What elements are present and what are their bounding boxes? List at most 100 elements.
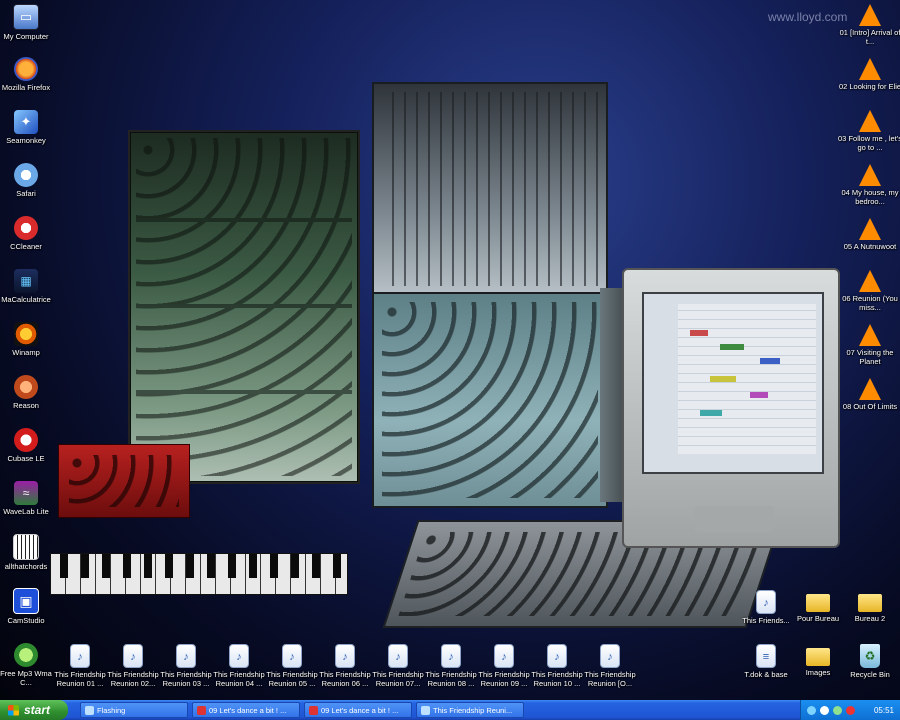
desktop-folder-bureau-2[interactable]: Bureau 2 bbox=[838, 590, 900, 623]
desktop-icon-label: 03 Follow me , let's go to ... bbox=[838, 134, 900, 152]
desktop-icon-label: Recycle Bin bbox=[850, 670, 890, 679]
taskbar-button-label: 09 Let's dance a bit ! ... bbox=[209, 705, 287, 715]
taskbar-button-dance-1[interactable]: 09 Let's dance a bit ! ... bbox=[192, 702, 300, 718]
window-icon bbox=[421, 705, 430, 715]
seamonkey-icon: ✦ bbox=[14, 110, 38, 134]
camstudio-icon: ▣ bbox=[13, 588, 39, 614]
folder-icon bbox=[806, 648, 830, 666]
desktop-icon-label: MaCalculatrice bbox=[1, 295, 51, 304]
media-file-icon: ♪ bbox=[335, 644, 355, 668]
desktop-icon-label: 08 Out Of Limits bbox=[842, 402, 898, 411]
desktop-icon-label: This Friendship Reunion [O... bbox=[584, 670, 636, 688]
vlc-icon bbox=[859, 110, 881, 132]
taskbar: start Flashing 09 Let's dance a bit ! ..… bbox=[0, 700, 900, 720]
winamp-icon bbox=[14, 322, 38, 346]
taskbar-button-label: 09 Let's dance a bit ! ... bbox=[321, 705, 399, 715]
security-icon[interactable] bbox=[833, 705, 842, 715]
start-button[interactable]: start bbox=[0, 700, 68, 720]
media-file-icon: ♪ bbox=[123, 644, 143, 668]
desktop-icon-label: Bureau 2 bbox=[854, 614, 886, 623]
wallpaper-monitor-screen bbox=[642, 292, 824, 474]
media-file-icon: ♪ bbox=[282, 644, 302, 668]
desktop-file-reunion-o[interactable]: ♪ This Friendship Reunion [O... bbox=[578, 644, 642, 688]
vlc-icon bbox=[859, 270, 881, 292]
ccleaner-icon: C bbox=[14, 216, 38, 240]
taskbar-clock[interactable]: 05:51 bbox=[874, 706, 900, 715]
desktop-icon-label: 01 [Intro] Arrival of t... bbox=[839, 28, 900, 46]
desktop-icon-label: 05 A Nutnuwoot bbox=[843, 242, 897, 251]
desktop-icon-label: Cubase LE bbox=[7, 454, 45, 463]
desktop-icon-safari[interactable]: Safari bbox=[0, 163, 58, 198]
desktop-icon-reason[interactable]: Reason bbox=[0, 375, 58, 410]
wallpaper-red-unit bbox=[58, 444, 190, 518]
desktop-icon-wavelab[interactable]: ≈ WaveLab Lite bbox=[0, 481, 58, 516]
media-file-icon: ♪ bbox=[70, 644, 90, 668]
wavelab-icon: ≈ bbox=[14, 481, 38, 505]
desktop-icon-label: 04 My house, my bedroo... bbox=[841, 188, 899, 206]
desktop-icon-firefox[interactable]: Mozilla Firefox bbox=[0, 57, 58, 92]
calculator-icon: ▦ bbox=[14, 269, 38, 293]
desktop-icon-recycle-bin[interactable]: ♻ Recycle Bin bbox=[838, 644, 900, 679]
wallpaper-monitor bbox=[622, 268, 840, 548]
desktop-icon-allthatchords[interactable]: allthatchords bbox=[0, 534, 58, 571]
media-file-icon: ♪ bbox=[494, 644, 514, 668]
taskbar-button-label: This Friendship Reuni... bbox=[433, 705, 513, 715]
network-icon[interactable] bbox=[807, 705, 816, 715]
volume-icon[interactable] bbox=[820, 705, 829, 715]
desktop-icon-cubase[interactable]: Cubase LE bbox=[0, 428, 58, 463]
desktop-icon-my-computer[interactable]: ▭ My Computer bbox=[0, 4, 58, 41]
taskbar-button-flashing[interactable]: Flashing bbox=[80, 702, 188, 718]
desktop-icon-label: Winamp bbox=[12, 348, 40, 357]
firefox-icon bbox=[14, 57, 38, 81]
desktop-icon-winamp[interactable]: Winamp bbox=[0, 322, 58, 357]
desktop-icon-track-01[interactable]: 01 [Intro] Arrival of t... bbox=[838, 4, 900, 46]
vlc-icon bbox=[859, 324, 881, 346]
desktop-icon-camstudio[interactable]: ▣ CamStudio bbox=[0, 588, 58, 625]
media-file-icon: ♪ bbox=[388, 644, 408, 668]
desktop-icon-ccleaner[interactable]: C CCleaner bbox=[0, 216, 58, 251]
wallpaper-mixer-rack bbox=[372, 82, 608, 296]
desktop-icon-label: My Computer bbox=[3, 32, 49, 41]
media-file-icon: ♪ bbox=[441, 644, 461, 668]
desktop-icon-label: CCleaner bbox=[10, 242, 42, 251]
desktop-icon-seamonkey[interactable]: ✦ Seamonkey bbox=[0, 110, 58, 145]
media-file-icon: ♪ bbox=[229, 644, 249, 668]
document-file-icon: ≡ bbox=[756, 644, 776, 668]
media-player-icon bbox=[197, 705, 206, 715]
wallpaper-keyboard bbox=[50, 553, 348, 595]
desktop-icon-label: CamStudio bbox=[7, 616, 45, 625]
desktop-icon-label: 07 Visiting the Planet bbox=[846, 348, 894, 366]
piano-icon bbox=[13, 534, 39, 560]
vlc-icon bbox=[859, 378, 881, 400]
computer-icon: ▭ bbox=[13, 4, 39, 30]
wallpaper-teal-synth bbox=[372, 292, 608, 508]
vlc-icon bbox=[859, 4, 881, 26]
vlc-icon bbox=[859, 164, 881, 186]
desktop-icon-macalculatrice[interactable]: ▦ MaCalculatrice bbox=[0, 269, 58, 304]
desktop-icon-track-02[interactable]: 02 Looking for Elie bbox=[838, 58, 900, 91]
safari-icon bbox=[14, 163, 38, 187]
vlc-icon bbox=[859, 218, 881, 240]
media-file-icon: ♪ bbox=[547, 644, 567, 668]
desktop-icon-label: Seamonkey bbox=[6, 136, 46, 145]
window-icon bbox=[85, 705, 94, 715]
mp3-converter-icon bbox=[14, 643, 38, 667]
desktop-icon-track-08[interactable]: 08 Out Of Limits bbox=[838, 378, 900, 411]
desktop-icon-label: Mozilla Firefox bbox=[1, 83, 51, 92]
desktop-icon-label: Reason bbox=[13, 401, 39, 410]
taskbar-button-dance-2[interactable]: 09 Let's dance a bit ! ... bbox=[304, 702, 412, 718]
desktop-icon-track-07[interactable]: 07 Visiting the Planet bbox=[838, 324, 900, 366]
alert-icon[interactable] bbox=[846, 705, 855, 715]
desktop-icon-label: allthatchords bbox=[4, 562, 48, 571]
desktop-icon-track-03[interactable]: 03 Follow me , let's go to ... bbox=[838, 110, 900, 152]
wallpaper-watermark: www.lloyd.com bbox=[768, 10, 848, 24]
desktop-icon-track-04[interactable]: 04 My house, my bedroo... bbox=[838, 164, 900, 206]
desktop-icon-track-06[interactable]: 06 Reunion (You miss... bbox=[838, 270, 900, 312]
reason-icon bbox=[14, 375, 38, 399]
desktop-icon-track-05[interactable]: 05 A Nutnuwoot bbox=[838, 218, 900, 251]
taskbar-button-friendship-reunion[interactable]: This Friendship Reuni... bbox=[416, 702, 524, 718]
vlc-icon bbox=[859, 58, 881, 80]
desktop-icon-label: Safari bbox=[16, 189, 36, 198]
wallpaper-synth-rack bbox=[128, 130, 360, 484]
system-tray: 05:51 bbox=[800, 700, 900, 720]
